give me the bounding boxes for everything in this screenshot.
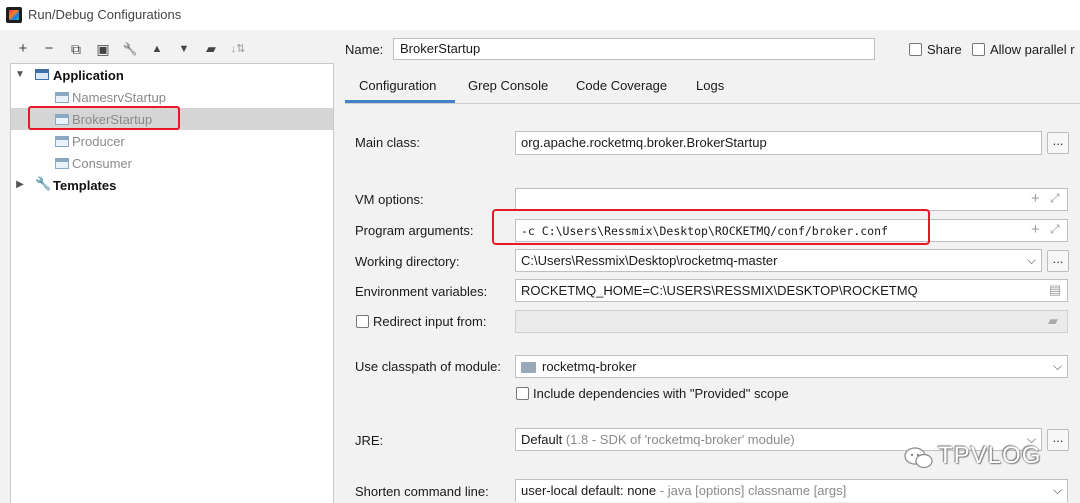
tab-configuration[interactable]: Configuration: [359, 78, 436, 102]
tab-grep-console[interactable]: Grep Console: [468, 78, 548, 102]
application-icon: [35, 69, 49, 80]
program-arguments-label: Program arguments:: [355, 223, 474, 238]
working-directory-label: Working directory:: [355, 254, 460, 269]
copy-icon[interactable]: ⧉: [67, 40, 85, 58]
folder-move-icon[interactable]: ▰: [202, 40, 220, 58]
sort-icon[interactable]: ↓⇅: [229, 40, 247, 58]
include-dependencies-checkbox[interactable]: [516, 387, 529, 400]
wrench-icon[interactable]: 🔧: [121, 40, 139, 58]
tab-logs[interactable]: Logs: [696, 78, 724, 102]
chevron-down-icon[interactable]: ⌵: [1053, 483, 1062, 498]
highlight-box-program-arguments: [492, 209, 930, 245]
jre-browse-button[interactable]: ...: [1047, 429, 1069, 451]
name-label: Name:: [345, 42, 384, 57]
chevron-right-icon[interactable]: ▶: [14, 179, 26, 191]
working-directory-input[interactable]: C:\Users\Ressmix\Desktop\rocketmq-master: [515, 249, 1042, 272]
tree-label-application: Application: [53, 68, 124, 83]
expand-icon[interactable]: ⤢: [1050, 222, 1060, 237]
edit-list-icon[interactable]: ▤: [1049, 282, 1061, 298]
shorten-hint: - java [options] classname [args]: [659, 483, 847, 498]
plus-icon[interactable]: +: [1031, 190, 1040, 207]
watermark-text: TPVLOG: [938, 442, 1042, 469]
chevron-down-icon[interactable]: ⌵: [1053, 359, 1062, 374]
main-class-input[interactable]: org.apache.rocketmq.broker.BrokerStartup: [515, 131, 1042, 155]
folder-icon: ▰: [1048, 313, 1058, 328]
arrow-down-icon[interactable]: ▼: [175, 40, 193, 58]
tree-item-label: Consumer: [72, 156, 132, 171]
main-class-label: Main class:: [355, 135, 421, 150]
minus-icon[interactable]: −: [40, 40, 58, 58]
chevron-down-icon[interactable]: ⌵: [1027, 253, 1036, 268]
environment-variables-label: Environment variables:: [355, 284, 488, 299]
wechat-icon: [904, 447, 933, 469]
wrench-icon: 🔧: [35, 176, 52, 191]
jre-label: JRE:: [355, 433, 384, 448]
run-config-icon: [55, 92, 69, 103]
environment-variables-input[interactable]: ROCKETMQ_HOME=C:\USERS\RESSMIX\DESKTOP\R…: [515, 279, 1068, 302]
save-icon[interactable]: ▣: [94, 40, 112, 58]
tree-node-application[interactable]: ▼ Application: [11, 64, 333, 86]
tree-node-templates[interactable]: ▶ 🔧 Templates: [11, 174, 333, 196]
chevron-down-icon[interactable]: ▼: [14, 69, 26, 81]
working-directory-browse-button[interactable]: ...: [1047, 250, 1069, 272]
arrow-up-icon[interactable]: ▲: [148, 40, 166, 58]
plus-icon[interactable]: +: [14, 40, 32, 58]
redirect-input-checkbox[interactable]: [356, 315, 369, 328]
main-class-browse-button[interactable]: ...: [1047, 132, 1069, 154]
shorten-command-line-label: Shorten command line:: [355, 484, 489, 499]
plus-icon[interactable]: +: [1031, 221, 1040, 238]
tree-item-label: NamesrvStartup: [72, 90, 166, 105]
tab-code-coverage[interactable]: Code Coverage: [576, 78, 667, 102]
tree-item-consumer[interactable]: Consumer: [11, 152, 333, 174]
vm-options-label: VM options:: [355, 192, 424, 207]
classpath-module-label: Use classpath of module:: [355, 359, 501, 374]
tree-item-namesrvstartup[interactable]: NamesrvStartup: [11, 86, 333, 108]
tree-item-label: Producer: [72, 134, 125, 149]
allow-parallel-checkbox[interactable]: [972, 43, 985, 56]
jre-hint: (1.8 - SDK of 'rocketmq-broker' module): [565, 432, 795, 447]
include-dependencies-label: Include dependencies with "Provided" sco…: [533, 386, 789, 401]
tree-label-templates: Templates: [53, 178, 117, 193]
run-config-icon: [55, 158, 69, 169]
name-input[interactable]: BrokerStartup: [393, 38, 875, 60]
redirect-input-label: Redirect input from:: [373, 314, 487, 329]
share-checkbox[interactable]: [909, 43, 922, 56]
highlight-box-brokerstartup: [28, 106, 180, 130]
expand-icon[interactable]: ⤢: [1050, 191, 1060, 206]
share-label: Share: [927, 42, 962, 57]
shorten-value: user-local default: none: [521, 483, 657, 498]
allow-parallel-label: Allow parallel r: [990, 42, 1075, 57]
intellij-logo-icon: [6, 7, 22, 23]
module-folder-icon: [521, 362, 536, 373]
tree-item-producer[interactable]: Producer: [11, 130, 333, 152]
vm-options-input[interactable]: [515, 188, 1068, 211]
redirect-input-field: [515, 310, 1068, 333]
classpath-module-select[interactable]: rocketmq-broker: [515, 355, 1068, 378]
run-config-icon: [55, 136, 69, 147]
window-title: Run/Debug Configurations: [28, 7, 182, 22]
jre-value: Default: [521, 432, 563, 447]
shorten-command-line-select[interactable]: user-local default: none - java [options…: [515, 479, 1068, 502]
